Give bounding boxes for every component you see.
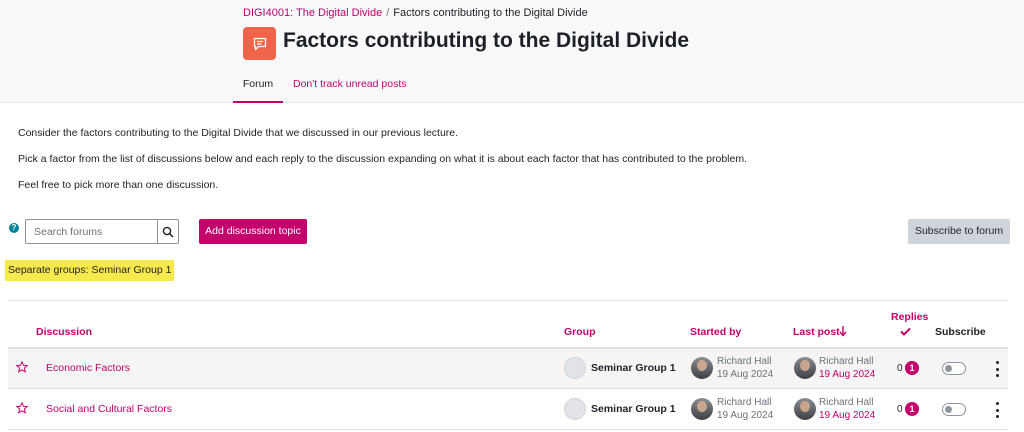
started-date: 19 Aug 2024: [717, 369, 774, 380]
star-outline-icon[interactable]: [16, 402, 28, 414]
subscribe-toggle[interactable]: [942, 362, 966, 375]
started-date: 19 Aug 2024: [717, 410, 774, 421]
header-subscribe: Subscribe: [935, 326, 986, 338]
avatar[interactable]: [691, 398, 713, 420]
subscribe-toggle[interactable]: [942, 403, 966, 416]
header-group[interactable]: Group: [564, 326, 596, 338]
discussion-link[interactable]: Social and Cultural Factors: [46, 403, 172, 415]
reply-count[interactable]: 0: [897, 404, 903, 415]
header-last-post[interactable]: Last post: [793, 326, 840, 338]
intro-paragraph: Consider the factors contributing to the…: [18, 127, 459, 139]
help-icon[interactable]: ?: [9, 223, 19, 233]
header-started-by[interactable]: Started by: [690, 326, 741, 338]
unread-badge[interactable]: 1: [905, 361, 919, 375]
last-post-date[interactable]: 19 Aug 2024: [819, 369, 875, 381]
kebab-menu-icon[interactable]: [994, 402, 1000, 418]
search-icon: [162, 226, 174, 238]
avatar[interactable]: [794, 357, 816, 379]
intro-paragraph: Feel free to pick more than one discussi…: [18, 179, 219, 191]
subscribe-forum-button[interactable]: Subscribe to forum: [908, 219, 1010, 244]
search-input[interactable]: [26, 220, 157, 243]
search-button[interactable]: [157, 220, 178, 243]
divider: [8, 300, 1008, 301]
table-row: Social and Cultural Factors Seminar Grou…: [8, 390, 1008, 430]
unread-badge[interactable]: 1: [905, 402, 919, 416]
forum-chat-icon: [243, 27, 276, 60]
group-name: Seminar Group 1: [591, 403, 676, 415]
avatar[interactable]: [691, 357, 713, 379]
avatar[interactable]: [794, 398, 816, 420]
header-replies[interactable]: Replies: [891, 311, 928, 323]
page-header: DIGI4001: The Digital Divide / Factors con…: [0, 0, 1024, 103]
last-post-author[interactable]: Richard Hall: [819, 356, 873, 368]
search-forums: [25, 219, 179, 244]
arrow-down-icon: [839, 326, 847, 337]
reply-count[interactable]: 0: [897, 363, 903, 374]
last-post-date[interactable]: 19 Aug 2024: [819, 410, 875, 422]
group-picture-icon: [564, 398, 586, 420]
group-name: Seminar Group 1: [591, 362, 676, 374]
breadcrumb: DIGI4001: The Digital Divide / Factors con…: [243, 7, 588, 19]
tab-dont-track-unread[interactable]: Don't track unread posts: [293, 78, 406, 90]
checkmark-icon: [900, 327, 911, 336]
tab-forum[interactable]: Forum: [233, 78, 283, 103]
kebab-menu-icon[interactable]: [994, 361, 1000, 377]
intro-paragraph: Pick a factor from the list of discussio…: [18, 153, 747, 165]
started-by-name[interactable]: Richard Hall: [717, 397, 771, 409]
star-outline-icon[interactable]: [16, 361, 28, 373]
table-row: Economic Factors Seminar Group 1 Richard…: [8, 349, 1008, 389]
group-picture-icon: [564, 357, 586, 379]
page-title: Factors contributing to the Digital Divi…: [283, 29, 690, 52]
header-discussion[interactable]: Discussion: [36, 326, 92, 338]
breadcrumb-current: Factors contributing to the Digital Divi…: [393, 7, 588, 19]
discussion-link[interactable]: Economic Factors: [46, 362, 130, 374]
breadcrumb-course-link[interactable]: DIGI4001: The Digital Divide: [243, 7, 382, 19]
separate-groups-label: Separate groups: Seminar Group 1: [5, 260, 175, 281]
started-by-name[interactable]: Richard Hall: [717, 356, 771, 368]
last-post-author[interactable]: Richard Hall: [819, 397, 873, 409]
breadcrumb-separator: /: [386, 7, 390, 19]
add-discussion-button[interactable]: Add discussion topic: [199, 219, 307, 244]
